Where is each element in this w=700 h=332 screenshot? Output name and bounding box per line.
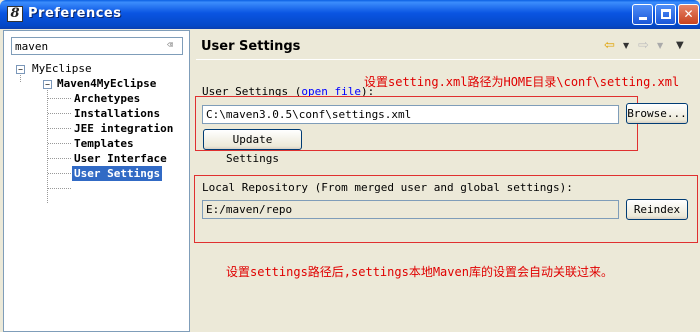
collapse-icon[interactable]: − bbox=[43, 80, 52, 89]
window-title: Preferences bbox=[28, 6, 122, 21]
filter-input[interactable]: maven ⌫ bbox=[11, 37, 183, 55]
tree-item-label: User Interface bbox=[74, 152, 167, 165]
collapse-icon[interactable]: − bbox=[16, 65, 25, 74]
annotation-note-1: 设置setting.xml路径为HOME目录\conf\setting.xml bbox=[364, 75, 680, 89]
title-bar[interactable]: 8 Preferences ✕ bbox=[0, 0, 700, 29]
tree-item-label: Installations bbox=[74, 107, 161, 120]
forward-arrow-icon[interactable]: ⇨ bbox=[638, 38, 649, 53]
tree-item-templates[interactable]: Templates bbox=[4, 136, 184, 151]
browse-button[interactable]: Browse... bbox=[626, 103, 688, 124]
reindex-button[interactable]: Reindex bbox=[626, 199, 688, 220]
forward-dropdown-icon[interactable]: ▼ bbox=[657, 41, 663, 50]
tree-item-jee-integration[interactable]: JEE integration bbox=[4, 121, 184, 136]
settings-file-input[interactable]: C:\maven3.0.5\conf\settings.xml bbox=[202, 105, 619, 124]
preferences-tree-panel: maven ⌫ − MyEclipse − Maven4MyEclipse Ar… bbox=[3, 30, 190, 332]
tree-item-label: JEE integration bbox=[74, 122, 174, 135]
tree-item-maven4myeclipse[interactable]: − Maven4MyEclipse bbox=[4, 76, 184, 91]
clear-filter-icon[interactable]: ⌫ bbox=[167, 40, 179, 52]
minimize-button[interactable] bbox=[632, 4, 653, 25]
tree-item-label: Archetypes bbox=[74, 92, 141, 105]
local-repository-input[interactable]: E:/maven/repo bbox=[202, 200, 619, 219]
tree-item-installations[interactable]: Installations bbox=[4, 106, 184, 121]
local-repository-label: Local Repository (From merged user and g… bbox=[202, 181, 573, 194]
maximize-button[interactable] bbox=[655, 4, 676, 25]
tree-item-label: Maven4MyEclipse bbox=[57, 77, 157, 90]
minimize-icon bbox=[638, 17, 647, 20]
maximize-icon bbox=[660, 9, 671, 19]
update-settings-button[interactable]: Update Settings bbox=[203, 129, 302, 165]
close-button[interactable]: ✕ bbox=[678, 4, 699, 25]
tree-item-user-settings[interactable]: User Settings bbox=[4, 166, 184, 181]
tree-item-label: Templates bbox=[74, 137, 134, 150]
annotation-note-2: 设置settings路径后,settings本地Maven库的设置会自动关联过来… bbox=[226, 265, 613, 279]
preference-page: User Settings ⇦ ▼ ⇨ ▼ ▼ 设置setting.xml路径为… bbox=[192, 30, 700, 332]
tree-item-user-interface[interactable]: User Interface bbox=[4, 151, 184, 166]
close-icon: ✕ bbox=[683, 7, 694, 21]
back-dropdown-icon[interactable]: ▼ bbox=[623, 41, 629, 50]
view-menu-icon[interactable]: ▼ bbox=[676, 40, 684, 51]
tree-item-label: User Settings bbox=[72, 166, 163, 181]
back-arrow-icon[interactable]: ⇦ bbox=[604, 38, 615, 53]
tree-item-label: MyEclipse bbox=[32, 62, 92, 75]
header-separator bbox=[196, 59, 700, 60]
filter-value: maven bbox=[15, 40, 49, 53]
eclipse-icon: 8 bbox=[7, 6, 23, 22]
tree-item-archetypes[interactable]: Archetypes bbox=[4, 91, 184, 106]
tree-item-myeclipse[interactable]: − MyEclipse bbox=[4, 61, 184, 76]
page-title: User Settings bbox=[201, 39, 301, 54]
